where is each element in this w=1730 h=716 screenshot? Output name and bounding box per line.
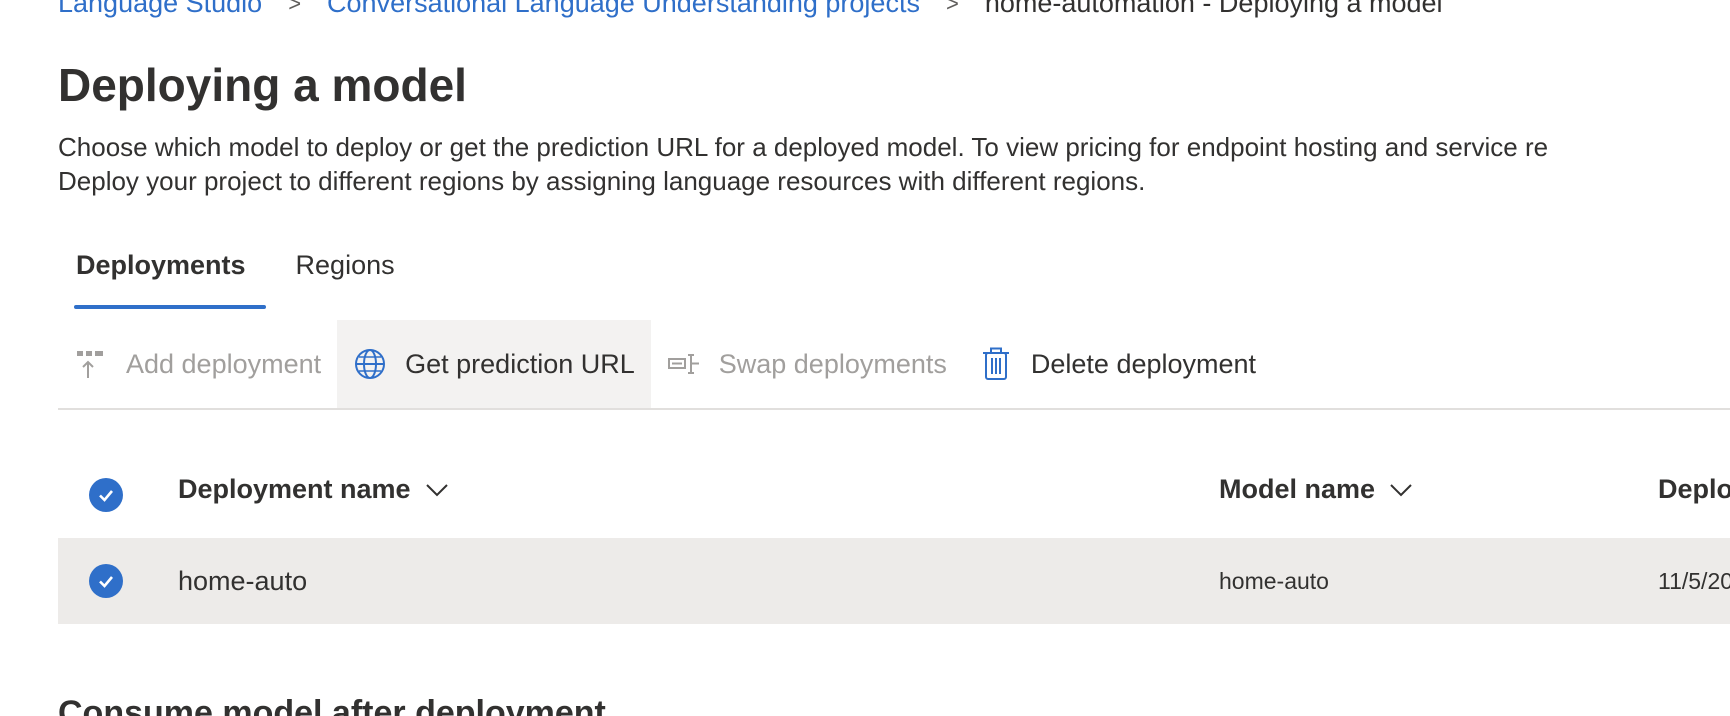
cell-deployment-name: home-auto [178,565,308,596]
table-row[interactable]: home-auto home-auto 11/5/20 [58,538,1730,624]
delete-deployment-button[interactable]: Delete deployment [963,320,1272,408]
tab-deployments-label: Deployments [76,250,246,280]
breadcrumb-separator: > [945,0,959,16]
column-header-model-name-label: Model name [1219,474,1376,504]
breadcrumb-separator: > [288,0,302,16]
tab-deployments[interactable]: Deployments [58,240,266,310]
get-prediction-url-label: Get prediction URL [405,348,635,379]
description-line-2: Deploy your project to different regions… [58,166,1146,196]
breadcrumb-link-language-studio[interactable]: Language Studio [58,0,262,19]
column-header-deployed-on-label: Deplo [1658,474,1730,504]
swap-icon [667,347,701,381]
chevron-down-icon [1389,483,1413,497]
add-deployment-icon [74,347,108,381]
globe-icon [353,347,387,381]
add-deployment-button[interactable]: Add deployment [58,320,337,408]
cell-deployed-on: 11/5/20 [1658,567,1730,594]
page-description: Choose which model to deploy or get the … [58,130,1548,198]
column-header-deployment-name-label: Deployment name [178,474,411,504]
column-header-deployed-on[interactable]: Deplo [1658,474,1730,505]
checkmark-icon [99,490,113,502]
breadcrumb-current: home-automation - Deploying a model [984,0,1443,18]
swap-deployments-button[interactable]: Swap deployments [651,320,963,408]
page-title: Deploying a model [58,59,467,111]
checkmark-icon [99,576,113,588]
cell-model-name: home-auto [1219,567,1329,594]
add-deployment-label: Add deployment [126,348,322,379]
chevron-down-icon [425,483,449,497]
get-prediction-url-button[interactable]: Get prediction URL [337,320,651,408]
table-header-row: Deployment name Model name Deplo [58,452,1730,538]
column-header-model-name[interactable]: Model name [1219,474,1413,505]
row-checkbox[interactable] [89,564,123,598]
breadcrumb: Language Studio > Conversational Languag… [58,0,1443,19]
tab-regions-label: Regions [295,250,395,280]
column-header-deployment-name[interactable]: Deployment name [178,474,449,505]
deployments-table: Deployment name Model name Deplo home-au… [58,452,1730,624]
consume-model-heading: Consume model after deployment [58,694,606,716]
breadcrumb-link-clu-projects[interactable]: Conversational Language Understanding pr… [327,0,920,19]
select-all-checkbox[interactable] [89,478,123,512]
swap-deployments-label: Swap deployments [718,348,947,379]
trash-icon [979,347,1013,381]
tab-list: Deployments Regions [58,240,413,310]
tab-regions[interactable]: Regions [278,240,413,310]
description-line-1: Choose which model to deploy or get the … [58,132,1549,162]
command-bar: Add deployment Get prediction URL Swap d… [58,320,1730,410]
delete-deployment-label: Delete deployment [1030,348,1257,379]
page: Language Studio > Conversational Languag… [0,0,1730,716]
